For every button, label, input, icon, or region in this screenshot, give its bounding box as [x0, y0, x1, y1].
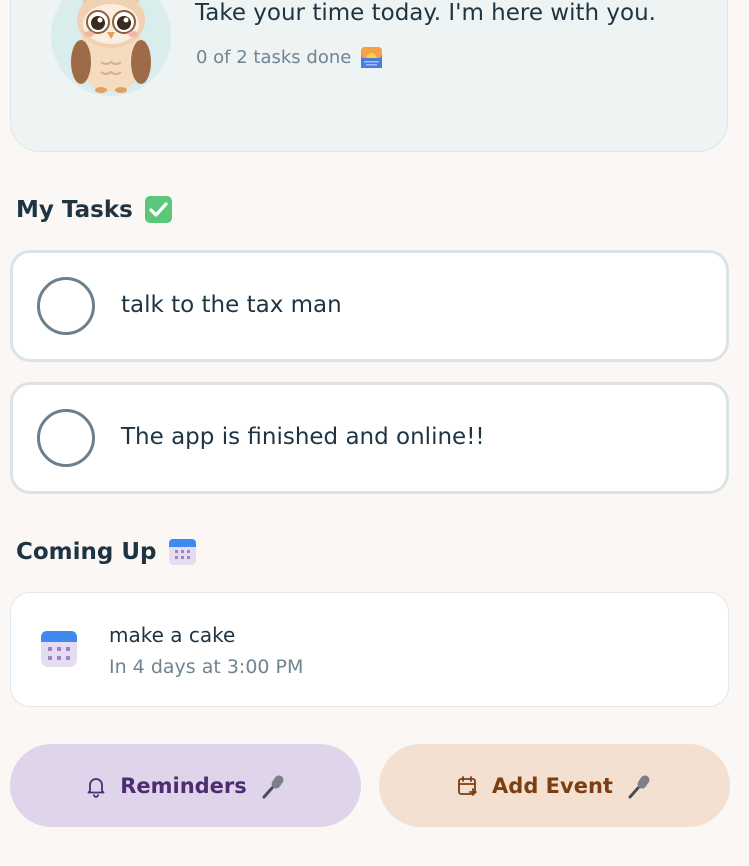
add-event-button[interactable]: Add Event — [379, 744, 730, 827]
event-item[interactable]: make a cake In 4 days at 3:00 PM — [10, 592, 729, 707]
add-event-label: Add Event — [492, 773, 613, 798]
check-mark-icon — [144, 196, 172, 223]
task-label: talk to the tax man — [121, 292, 342, 318]
owl-icon — [71, 0, 151, 93]
my-tasks-title: My Tasks — [16, 196, 133, 223]
reminders-button[interactable]: Reminders — [10, 744, 361, 827]
task-checkbox[interactable] — [37, 277, 95, 335]
coming-up-heading: Coming Up — [16, 538, 196, 565]
event-time: In 4 days at 3:00 PM — [109, 656, 304, 678]
task-item[interactable]: The app is finished and online!! — [10, 382, 729, 494]
task-item[interactable]: talk to the tax man — [10, 250, 729, 362]
event-title: make a cake — [109, 623, 236, 647]
calendar-icon — [40, 630, 78, 668]
task-label: The app is finished and online!! — [121, 424, 485, 450]
task-checkbox[interactable] — [37, 409, 95, 467]
owl-avatar — [51, 0, 171, 96]
sunrise-icon — [361, 47, 383, 68]
progress-text: 0 of 2 tasks done — [196, 47, 352, 68]
microphone-icon — [625, 772, 653, 800]
greeting-text: Take your time today. I'm here with you. — [195, 0, 656, 26]
my-tasks-heading: My Tasks — [16, 196, 172, 223]
calendar-plus-icon — [456, 774, 480, 798]
microphone-icon — [259, 772, 287, 800]
bell-icon — [84, 774, 108, 798]
calendar-icon — [168, 538, 196, 565]
header-card: Take your time today. I'm here with you.… — [10, 0, 728, 152]
reminders-label: Reminders — [120, 773, 247, 798]
task-progress: 0 of 2 tasks done — [196, 47, 383, 68]
coming-up-title: Coming Up — [16, 538, 157, 565]
